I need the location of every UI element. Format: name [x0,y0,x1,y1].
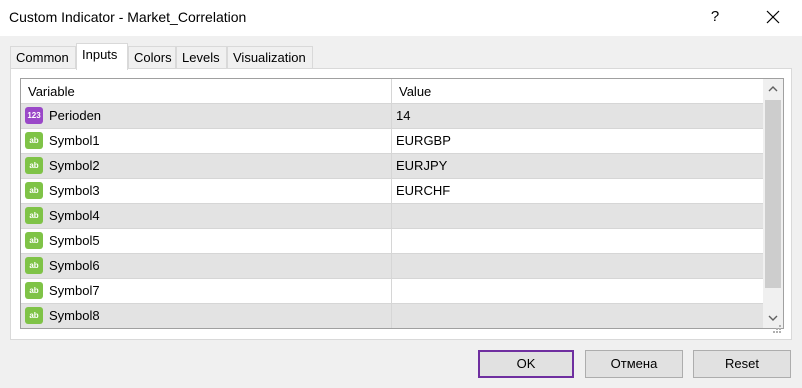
variable-name: Symbol4 [49,208,100,223]
string-icon: ab [25,282,43,299]
variable-cell: ab Symbol8 [21,304,392,328]
grid-header: Variable Value [21,79,763,104]
variable-name: Symbol1 [49,133,100,148]
value-cell[interactable]: EURJPY [396,154,447,178]
ok-button[interactable]: OK [478,350,574,378]
string-icon: ab [25,307,43,324]
chevron-up-icon [768,86,778,92]
variable-cell: ab Symbol1 [21,129,392,153]
table-row[interactable]: ab Symbol6 [21,254,763,279]
variable-cell: ab Symbol2 [21,154,392,178]
tab-visualization[interactable]: Visualization [227,46,313,69]
close-button[interactable] [756,2,790,32]
table-row[interactable]: ab Symbol8 [21,304,763,328]
variable-name: Symbol7 [49,283,100,298]
variable-name: Symbol5 [49,233,100,248]
column-header-value[interactable]: Value [392,79,763,104]
variable-name: Symbol8 [49,308,100,323]
table-row[interactable]: ab Symbol2 EURJPY [21,154,763,179]
table-row[interactable]: ab Symbol4 [21,204,763,229]
string-icon: ab [25,132,43,149]
tab-inputs[interactable]: Inputs [76,43,128,70]
variable-cell: ab Symbol7 [21,279,392,303]
scroll-up-button[interactable] [763,79,783,99]
string-icon: ab [25,182,43,199]
variable-name: Symbol2 [49,158,100,173]
integer-icon: 123 [25,107,43,124]
table-row[interactable]: ab Symbol7 [21,279,763,304]
table-row[interactable]: ab Symbol1 EURGBP [21,129,763,154]
reset-button[interactable]: Reset [693,350,791,378]
table-row[interactable]: ab Symbol5 [21,229,763,254]
tab-levels[interactable]: Levels [176,46,227,69]
variable-name: Perioden [49,108,102,123]
variable-cell: ab Symbol3 [21,179,392,203]
value-cell[interactable]: EURGBP [396,129,451,153]
help-button[interactable]: ? [700,2,730,32]
resize-grip-icon[interactable] [772,322,782,333]
tab-colors[interactable]: Colors [128,46,176,69]
value-cell[interactable]: 14 [396,104,410,128]
window-title: Custom Indicator - Market_Correlation [9,9,247,25]
title-bar: Custom Indicator - Market_Correlation ? [0,0,802,36]
string-icon: ab [25,257,43,274]
inputs-grid: Variable Value 123 Perioden 14 ab Symbol… [20,78,784,329]
scroll-thumb[interactable] [765,100,781,288]
string-icon: ab [25,232,43,249]
close-icon [766,10,780,24]
variable-cell: 123 Perioden [21,104,392,128]
cancel-button[interactable]: Отмена [585,350,683,378]
variable-name: Symbol3 [49,183,100,198]
string-icon: ab [25,207,43,224]
variable-cell: ab Symbol4 [21,204,392,228]
variable-cell: ab Symbol6 [21,254,392,278]
table-row[interactable]: ab Symbol3 EURCHF [21,179,763,204]
variable-name: Symbol6 [49,258,100,273]
vertical-scrollbar[interactable] [763,79,783,328]
column-header-variable[interactable]: Variable [21,79,392,104]
string-icon: ab [25,157,43,174]
table-row[interactable]: 123 Perioden 14 [21,104,763,129]
tab-common[interactable]: Common [10,46,76,69]
value-cell[interactable]: EURCHF [396,179,450,203]
variable-cell: ab Symbol5 [21,229,392,253]
